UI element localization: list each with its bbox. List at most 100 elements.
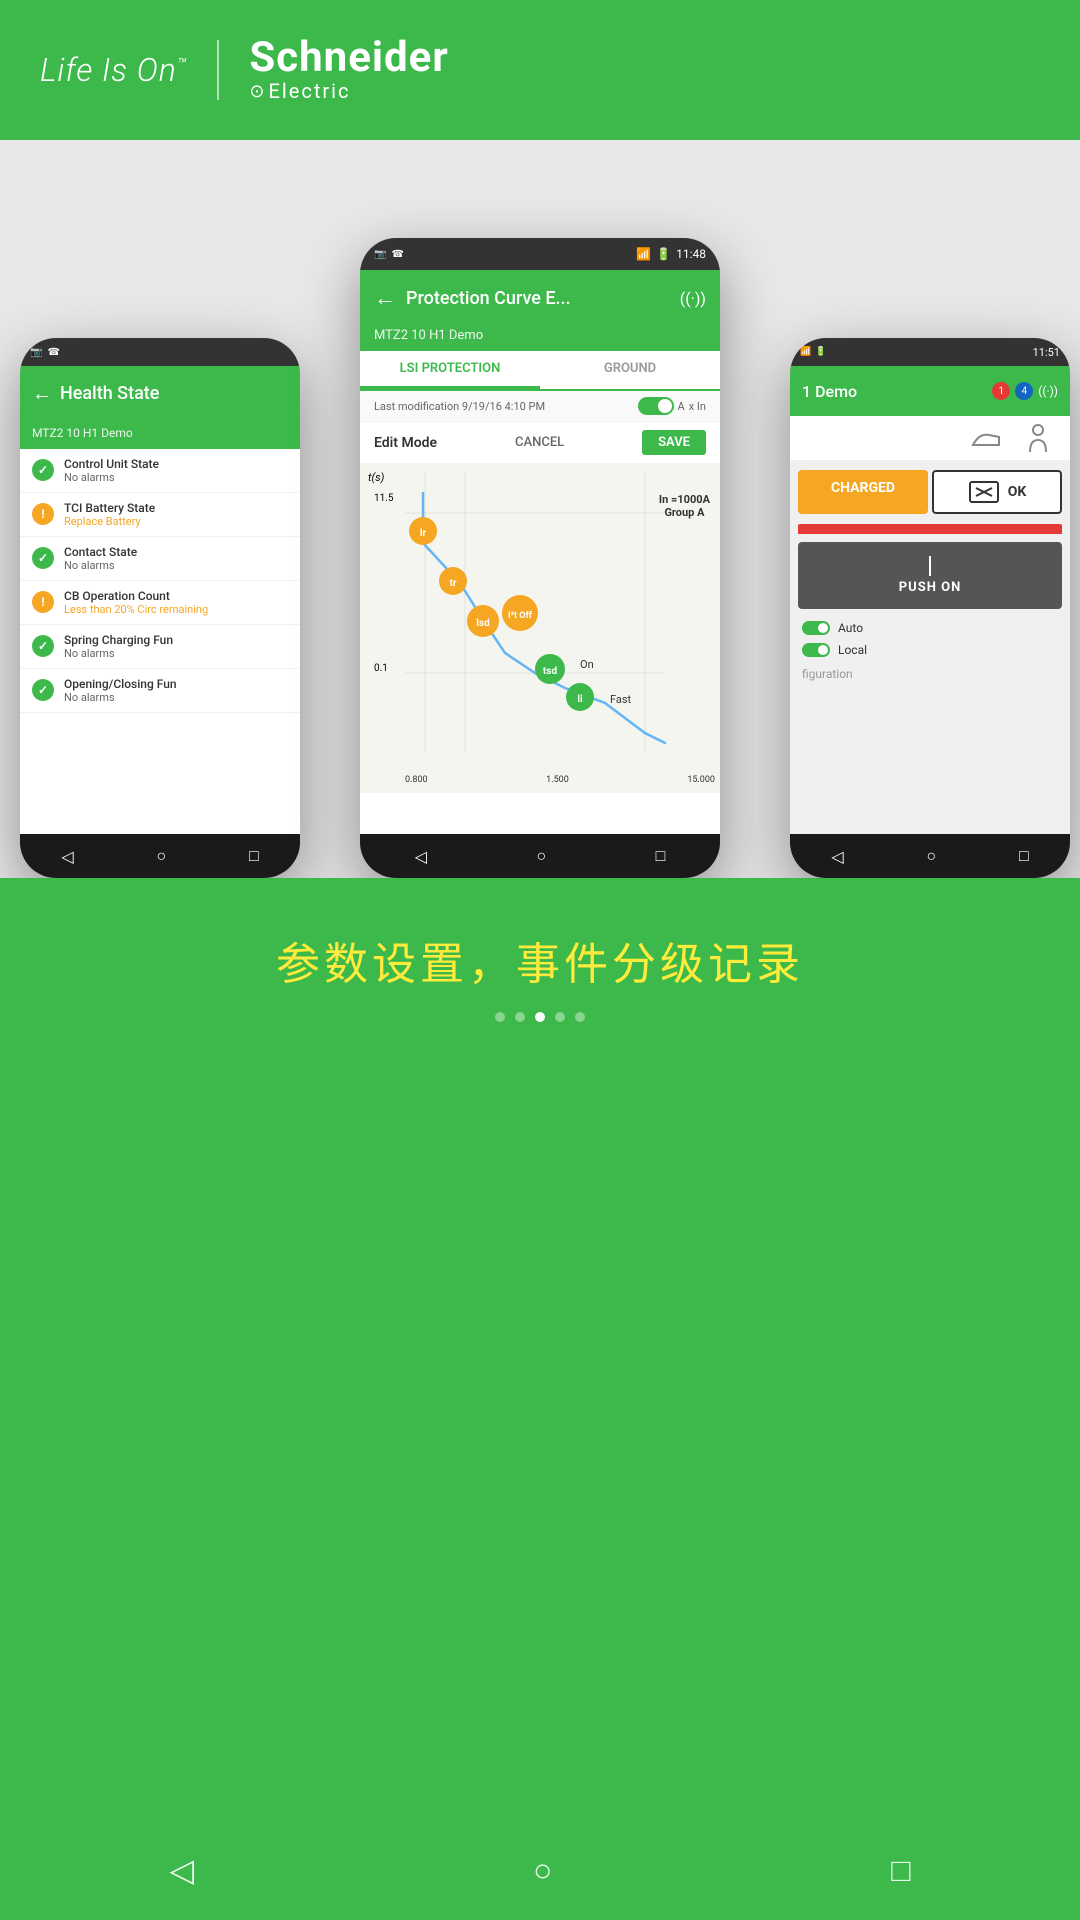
auto-label: Auto	[838, 621, 863, 635]
dot-5[interactable]	[575, 1012, 585, 1022]
config-row: figuration	[790, 661, 1070, 687]
back-arrow-icon[interactable]: ←	[32, 381, 52, 406]
center-back-arrow-icon[interactable]: ←	[374, 285, 396, 311]
dot-2[interactable]	[515, 1012, 525, 1022]
phone-center-screen: 📷 ☎ 📶 🔋 11:48 ← Protection Curve E... ((…	[360, 238, 720, 878]
schneider-name: Schneider	[249, 37, 448, 79]
health-label-1: Control Unit State	[64, 457, 159, 471]
phone-left-title: Health State	[60, 383, 159, 404]
health-status-4: Less than 20% Circ remaining	[64, 603, 208, 616]
cb-icon	[968, 480, 1000, 504]
health-status-6: No alarms	[64, 691, 177, 704]
schneider-icon: ⊙	[249, 81, 264, 102]
health-label-2: TCI Battery State	[64, 501, 155, 515]
local-mini-toggle[interactable]	[802, 643, 830, 657]
bottom-nav-recent[interactable]: □	[891, 1851, 910, 1889]
phones-showcase: 📷 ☎ ← Health State MTZ2 10 H1 Demo ✓ Con…	[0, 158, 1080, 878]
right-status-call: 🔋	[815, 347, 826, 357]
dot-1[interactable]	[495, 1012, 505, 1022]
bottom-nav-home[interactable]: ○	[533, 1851, 552, 1889]
local-label: Local	[838, 643, 867, 657]
ok-label: OK	[1008, 484, 1027, 500]
person-icon-box	[1020, 420, 1056, 456]
auto-toggle[interactable]	[638, 397, 674, 415]
save-button[interactable]: SAVE	[642, 430, 706, 455]
phone-center-bottom-nav: ◁ ○ □	[360, 834, 720, 878]
health-status-1: No alarms	[64, 471, 159, 484]
nav-home-right[interactable]: ○	[926, 846, 936, 866]
modification-label: Last modification 9/19/16 4:10 PM	[374, 400, 545, 413]
phone-center-app-header: ← Protection Curve E... ((·))	[360, 270, 720, 326]
nav-recent-right[interactable]: □	[1019, 846, 1029, 866]
cb-status-display: OK	[932, 470, 1062, 514]
health-label-4: CB Operation Count	[64, 589, 208, 603]
health-item-text-2: TCI Battery State Replace Battery	[64, 501, 155, 528]
nav-back-center[interactable]: ◁	[415, 847, 427, 866]
bottom-nav-back[interactable]: ◁	[169, 1851, 194, 1889]
health-status-2: Replace Battery	[64, 515, 155, 528]
phone-right-screen: 📶 🔋 11:51 1 Demo 1 4 ((·))	[790, 338, 1070, 878]
green-bottom-section: 参数设置，事件分级记录	[0, 878, 1080, 1662]
schneider-electric-logo: Schneider ⊙ Electric	[249, 37, 448, 103]
push-on-indicator	[929, 556, 931, 576]
center-title: Protection Curve E...	[406, 288, 670, 309]
health-status-5: No alarms	[64, 647, 173, 660]
charged-cb-row: CHARGED OK	[790, 460, 1070, 524]
health-label-6: Opening/Closing Fun	[64, 677, 177, 691]
right-clock: 11:51	[1033, 346, 1060, 359]
bluetooth-icon-right: ((·))	[1038, 384, 1058, 398]
x-label-1: 0.800	[405, 775, 428, 785]
svg-text:lsd: lsd	[476, 618, 490, 629]
status-icons-row	[790, 416, 1070, 460]
nav-recent-center[interactable]: □	[656, 846, 666, 866]
dot-4[interactable]	[555, 1012, 565, 1022]
dot-3-active[interactable]	[535, 1012, 545, 1022]
tab-lsi-protection[interactable]: LSI PROTECTION	[360, 351, 540, 389]
health-item-text-5: Spring Charging Fun No alarms	[64, 633, 173, 660]
chart-x-axis: 0.800 1.500 15.000	[405, 775, 715, 785]
chart-y-val-low: 0.1	[374, 663, 388, 674]
health-item-tci-battery: ! TCI Battery State Replace Battery	[20, 493, 300, 537]
right-title: 1 Demo	[802, 382, 984, 401]
status-icon-call: ☎	[47, 347, 59, 358]
health-item-control-unit: ✓ Control Unit State No alarms	[20, 449, 300, 493]
bottom-navigation: ◁ ○ □	[0, 1820, 1080, 1920]
x-label-3: 15.000	[687, 775, 715, 785]
svg-text:Fast: Fast	[610, 693, 632, 706]
auto-mini-toggle[interactable]	[802, 621, 830, 635]
nav-back-right[interactable]: ◁	[831, 847, 843, 866]
svg-text:li: li	[577, 694, 583, 705]
nav-back-left[interactable]: ◁	[61, 847, 73, 866]
badge-blue: 4	[1015, 382, 1033, 400]
svg-text:On: On	[580, 658, 594, 671]
phone-right-bottom-nav: ◁ ○ □	[790, 834, 1070, 878]
health-icon-ok-6: ✓	[32, 679, 54, 701]
charged-button[interactable]: CHARGED	[798, 470, 928, 514]
phone-center: 📷 ☎ 📶 🔋 11:48 ← Protection Curve E... ((…	[360, 238, 720, 878]
cancel-button[interactable]: CANCEL	[515, 435, 564, 450]
phone-center-status-bar: 📷 ☎ 📶 🔋 11:48	[360, 238, 720, 270]
phone-right: 📶 🔋 11:51 1 Demo 1 4 ((·))	[790, 338, 1070, 878]
local-toggle-row: Local	[790, 639, 1070, 661]
health-label-3: Contact State	[64, 545, 137, 559]
health-item-text-1: Control Unit State No alarms	[64, 457, 159, 484]
tab-ground[interactable]: GROUND	[540, 351, 720, 389]
nav-home-center[interactable]: ○	[536, 846, 546, 866]
chart-y-val-high: 11.5	[374, 493, 394, 504]
tab-bar: LSI PROTECTION GROUND	[360, 351, 720, 391]
auto-toggle-row: Auto	[790, 617, 1070, 639]
toggle-suffix: x In	[689, 400, 706, 413]
status-right: 📶 🔋 11:48	[636, 247, 706, 261]
page-dots	[40, 1012, 1040, 1022]
health-status-3: No alarms	[64, 559, 137, 572]
push-on-button[interactable]: PUSH ON	[798, 542, 1062, 609]
person-icon	[1026, 424, 1050, 452]
status-photo-icon: 📷	[374, 249, 386, 260]
bluetooth-icon: ((·))	[680, 289, 706, 308]
phone-left-device: MTZ2 10 H1 Demo	[32, 426, 133, 440]
nav-home-left[interactable]: ○	[156, 846, 166, 866]
svg-text:lr: lr	[420, 528, 427, 539]
nav-recent-left[interactable]: □	[249, 846, 259, 866]
protection-curve-chart: t(s) 11.5 0.1 On Fast	[360, 463, 720, 793]
header-icons: ((·))	[680, 289, 706, 308]
